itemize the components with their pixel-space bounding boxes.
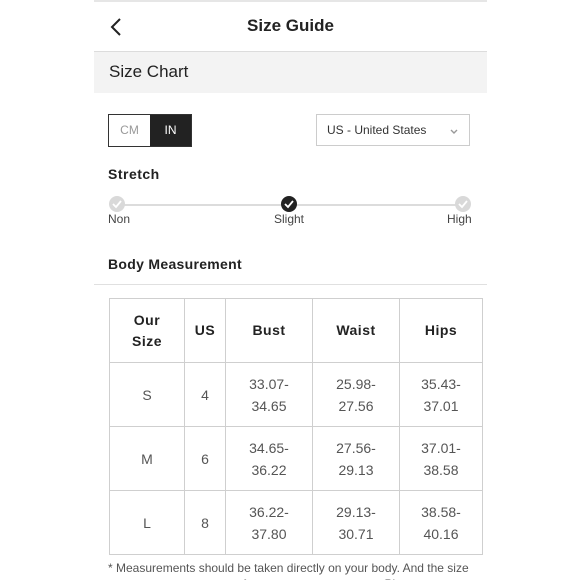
cell-us: 4: [184, 362, 226, 427]
header-bust: Bust: [225, 298, 313, 363]
table-row: M 6 34.65-​36.22 27.56-​29.13 37.01-​38.…: [109, 426, 483, 491]
stretch-label-non: Non: [108, 212, 131, 226]
cell-size: M: [109, 426, 185, 491]
cell-size: L: [109, 490, 185, 555]
stretch-non-check-icon: [109, 196, 125, 212]
size-table: Our Size US Bust Waist Hips S 4 33.07-​3…: [109, 298, 483, 555]
cell-hips: 38.58-​40.16: [399, 490, 483, 555]
cell-us: 8: [184, 490, 226, 555]
section-title: Size Chart: [109, 62, 189, 81]
cell-bust: 36.22-​37.80: [225, 490, 313, 555]
header-us: US: [184, 298, 226, 363]
right-margin: [487, 0, 580, 580]
cell-hips: 37.01-​38.58: [399, 426, 483, 491]
page-title: Size Guide: [247, 16, 334, 35]
cell-bust: 34.65-​36.22: [225, 426, 313, 491]
table-row: S 4 33.07-​34.65 25.98-​27.56 35.43-​37.…: [109, 362, 483, 427]
cell-bust: 33.07-​34.65: [225, 362, 313, 427]
cell-hips: 35.43-​37.01: [399, 362, 483, 427]
size-chart-bar: Size Chart: [94, 52, 487, 93]
header-hips: Hips: [399, 298, 483, 363]
stretch-label-slight: Slight: [274, 212, 305, 226]
section-divider: [94, 284, 487, 285]
header-waist: Waist: [312, 298, 400, 363]
country-select[interactable]: US - United States: [316, 114, 470, 146]
body-measurement-heading: Body Measurement: [108, 256, 242, 272]
cell-size: S: [109, 362, 185, 427]
stretch-high-check-icon: [455, 196, 471, 212]
in-button[interactable]: IN: [150, 115, 191, 146]
left-margin: [0, 0, 94, 580]
cell-us: 6: [184, 426, 226, 491]
chevron-down-icon: [449, 124, 459, 134]
stretch-label-high: High: [447, 212, 472, 226]
country-selected-value: US - United States: [327, 123, 427, 137]
table-header-row: Our Size US Bust Waist Hips: [109, 298, 483, 363]
cell-waist: 29.13-​30.71: [312, 490, 400, 555]
header: Size Guide: [94, 2, 487, 52]
cell-waist: 25.98-​27.56: [312, 362, 400, 427]
cell-waist: 27.56-​29.13: [312, 426, 400, 491]
unit-toggle: CM IN: [108, 114, 192, 147]
table-row: L 8 36.22-​37.80 29.13-​30.71 38.58-​40.…: [109, 490, 483, 555]
stretch-heading: Stretch: [108, 166, 160, 182]
stretch-slight-check-icon: [281, 196, 297, 212]
header-our-size: Our Size: [109, 298, 185, 363]
cm-button[interactable]: CM: [109, 115, 150, 146]
size-guide-panel: Size Guide Size Chart CM IN US - United …: [94, 0, 487, 580]
measurement-note: * Measurements should be taken directly …: [108, 561, 469, 580]
